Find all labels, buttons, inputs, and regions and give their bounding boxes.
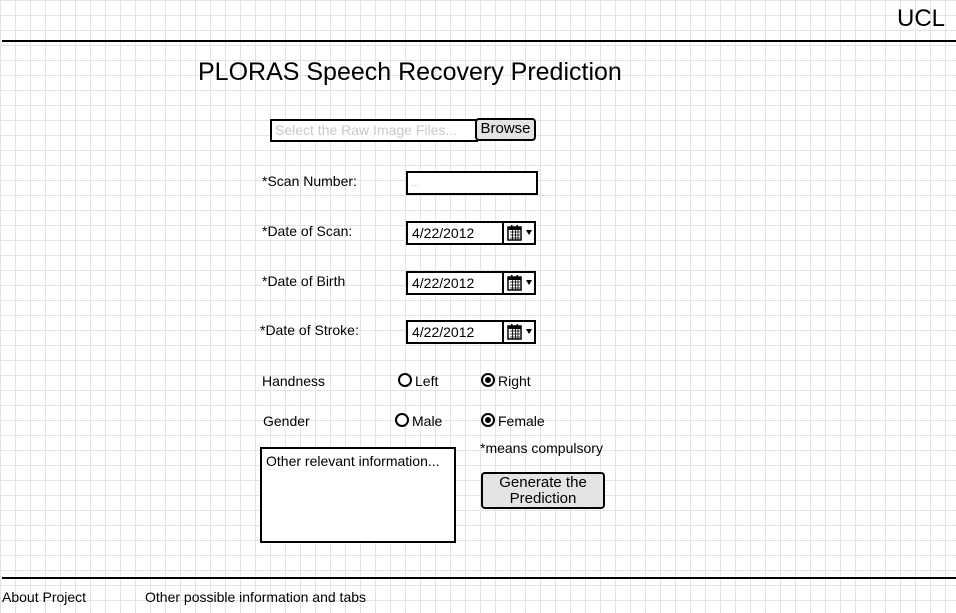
compulsory-note: *means compulsory <box>480 440 603 456</box>
handness-left-radio[interactable] <box>398 373 412 387</box>
date-of-stroke-calendar-button[interactable] <box>502 322 534 342</box>
chevron-down-icon <box>526 329 532 334</box>
handness-label: Handness <box>262 373 326 389</box>
scan-number-input[interactable]: ... <box>406 171 538 195</box>
header-divider <box>2 40 956 42</box>
chevron-down-icon <box>526 280 532 285</box>
gender-male-label: Male <box>412 413 443 429</box>
footer-link-other-information[interactable]: Other possible information and tabs <box>145 589 366 605</box>
gender-label: Gender <box>263 413 310 429</box>
calendar-icon <box>507 324 522 340</box>
handness-left-label: Left <box>415 373 439 389</box>
calendar-icon <box>507 275 522 291</box>
generate-prediction-button[interactable]: Generate the Prediction <box>481 472 605 509</box>
page-title: PLORAS Speech Recovery Prediction <box>198 58 622 86</box>
other-information-textarea[interactable]: Other relevant information... <box>260 447 456 543</box>
date-of-scan-value: 4/22/2012 <box>412 225 475 241</box>
handness-right-label: Right <box>498 373 531 389</box>
handness-right-radio[interactable] <box>481 373 495 387</box>
date-of-birth-label: *Date of Birth <box>262 273 346 289</box>
date-of-birth-calendar-button[interactable] <box>502 273 534 293</box>
calendar-icon <box>507 225 522 241</box>
date-of-stroke-picker[interactable]: 4/22/2012 <box>406 320 536 344</box>
raw-image-file-input[interactable]: Select the Raw Image Files... <box>270 119 478 142</box>
date-of-stroke-value: 4/22/2012 <box>412 324 475 340</box>
gender-female-radio[interactable] <box>481 413 495 427</box>
date-of-scan-picker[interactable]: 4/22/2012 <box>406 221 536 245</box>
browse-button[interactable]: Browse <box>475 118 536 141</box>
footer-divider <box>2 577 956 579</box>
date-of-scan-calendar-button[interactable] <box>502 223 534 243</box>
gender-female-label: Female <box>498 413 545 429</box>
date-of-scan-label: *Date of Scan: <box>262 223 353 239</box>
footer-link-about-project[interactable]: About Project <box>2 589 86 605</box>
chevron-down-icon <box>526 230 532 235</box>
date-of-birth-value: 4/22/2012 <box>412 275 475 291</box>
brand-logo: UCL <box>896 5 945 32</box>
gender-male-radio[interactable] <box>395 413 409 427</box>
date-of-birth-picker[interactable]: 4/22/2012 <box>406 271 536 295</box>
date-of-stroke-label: *Date of Stroke: <box>260 322 359 338</box>
scan-number-label: *Scan Number: <box>262 173 357 189</box>
